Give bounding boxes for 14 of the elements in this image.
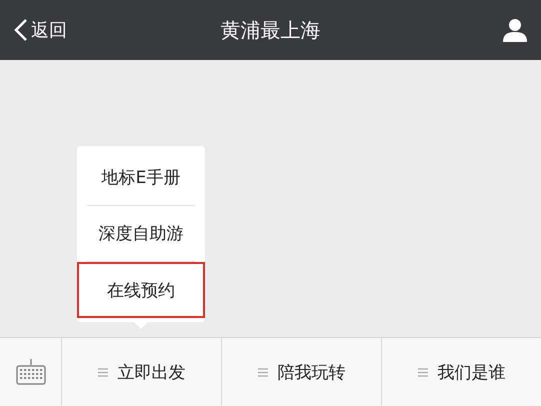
menu-item[interactable]: 在线预约 — [77, 262, 205, 318]
menu-tab[interactable]: 立即出发 — [62, 338, 222, 406]
profile-button[interactable] — [503, 18, 527, 42]
menu-icon — [98, 368, 108, 376]
back-button[interactable]: 返回 — [14, 18, 67, 42]
menu-icon — [418, 368, 428, 376]
menu-tab[interactable]: 陪我玩转 — [222, 338, 382, 406]
chevron-left-icon — [14, 18, 28, 42]
back-label: 返回 — [31, 19, 67, 42]
menu-tab[interactable]: 我们是谁 — [382, 338, 541, 406]
window-title: 黄浦最上海 — [220, 18, 320, 42]
keyboard-icon — [16, 359, 46, 385]
menu-icon — [258, 368, 268, 376]
person-icon — [503, 18, 527, 42]
